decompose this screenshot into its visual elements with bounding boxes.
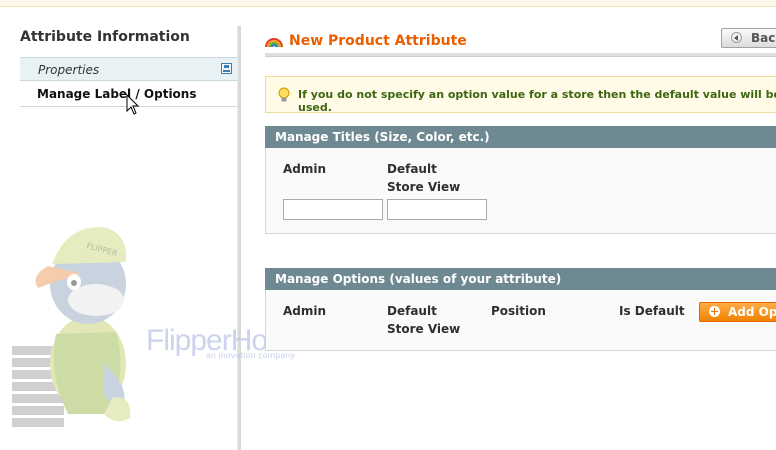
- manage-titles-header: Manage Titles (Size, Color, etc.): [265, 126, 776, 148]
- sidebar-title: Attribute Information: [20, 29, 190, 45]
- notice-message: If you do not specify an option value fo…: [265, 76, 776, 114]
- back-button[interactable]: Back: [721, 28, 776, 48]
- add-option-button[interactable]: Add Option: [699, 302, 776, 322]
- manage-options-col-default-store-view: Default Store View: [387, 304, 461, 336]
- rainbow-icon: [265, 38, 283, 48]
- manage-titles-col-default-store-view: Default Store View: [387, 162, 461, 194]
- add-option-button-label: Add Option: [728, 305, 776, 319]
- tab-manage-label-options-label: Manage Label / Options: [37, 87, 197, 101]
- manage-options-col-is-default: Is Default: [619, 304, 685, 318]
- admin-title-input[interactable]: [283, 199, 383, 220]
- watermark-tagline: an inovation company: [206, 351, 296, 360]
- page-title: New Product Attribute: [289, 33, 467, 49]
- manage-titles-col-admin: Admin: [283, 162, 327, 176]
- plus-icon: [709, 306, 720, 317]
- lightbulb-icon: [278, 87, 290, 102]
- manage-options-header: Manage Options (values of your attribute…: [265, 268, 776, 290]
- tab-properties[interactable]: Properties: [20, 57, 238, 81]
- default-store-view-title-input[interactable]: [387, 199, 487, 220]
- mouse-cursor-icon: [126, 94, 140, 115]
- notice-text: If you do not specify an option value fo…: [298, 88, 776, 114]
- manage-options-col-admin: Admin: [283, 304, 327, 318]
- back-button-label: Back: [751, 31, 776, 45]
- title-divider: [265, 53, 776, 57]
- back-arrow-icon: [731, 32, 742, 43]
- manage-titles-panel: Admin Default Store View: [265, 148, 776, 234]
- manage-options-col-position: Position: [491, 304, 546, 318]
- save-icon: [221, 63, 232, 74]
- tab-properties-label: Properties: [38, 63, 100, 77]
